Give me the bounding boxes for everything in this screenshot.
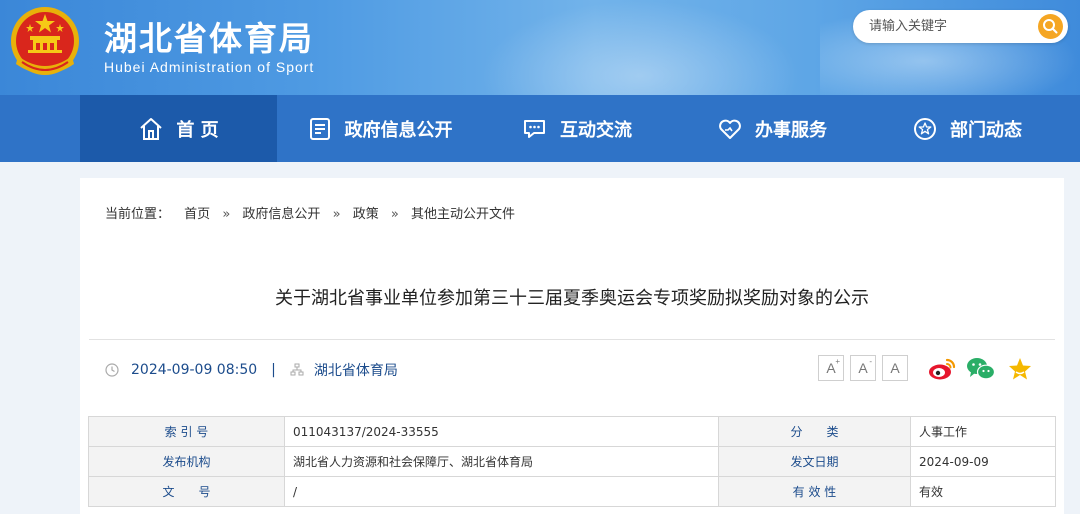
font-reset-button[interactable]: A [882,355,908,381]
breadcrumb-link-other-files[interactable]: 其他主动公开文件 [411,203,515,222]
breadcrumb-link-gov-info[interactable]: 政府信息公开 [242,203,320,222]
search-button[interactable] [1038,14,1063,39]
site-header: 湖北省体育局 Hubei Administration of Sport [0,0,1080,95]
document-list-icon [309,117,330,140]
font-decrease-button[interactable]: A - [850,355,876,381]
font-increase-button[interactable]: A + [818,355,844,381]
publisher-label: 发布机构 [88,446,285,477]
search-box [853,10,1068,43]
organization-icon [290,363,304,376]
issue-date-value: 2024-09-09 [910,446,1056,477]
nav-item-label: 部门动态 [950,119,1022,141]
content-panel: 当前位置： 首页 » 政府信息公开 » 政策 » 其他主动公开文件 关于湖北省事… [80,178,1064,514]
nav-item-label: 政府信息公开 [344,119,453,141]
publish-date: 2024-09-09 08:50 [131,362,258,378]
nav-item-dept-news[interactable]: 部门动态 [872,95,1062,162]
share-wechat-button[interactable] [966,356,996,382]
font-size-controls: A + A - A [818,355,914,381]
divider [89,339,1055,340]
nav-item-label: 首 页 [176,119,219,141]
national-emblem-logo[interactable] [8,4,82,84]
home-icon [140,117,163,140]
search-icon [1043,19,1058,34]
index-number-value: 011043137/2024-33555 [284,416,719,447]
font-decrease-label: A [858,360,868,376]
document-number-label: 文 号 [88,476,285,507]
index-number-label: 索 引 号 [88,416,285,447]
validity-value: 有效 [910,476,1056,507]
font-increase-mark: + [835,357,840,366]
breadcrumb-separator: » [332,207,341,222]
font-reset-label: A [890,360,900,376]
favorite-button[interactable] [1005,356,1035,382]
header-decoration [480,0,800,95]
nav-item-interaction[interactable]: 互动交流 [482,95,672,162]
site-title: 湖北省体育局 [104,19,314,58]
site-subtitle: Hubei Administration of Sport [104,59,315,75]
issue-date-label: 发文日期 [718,446,911,477]
publisher-value: 湖北省人力资源和社会保障厅、湖北省体育局 [284,446,719,477]
font-decrease-mark: - [869,357,872,366]
wechat-icon [967,358,996,380]
article-meta: 2024-09-09 08:50 | 湖北省体育局 [105,359,398,381]
share-weibo-button[interactable] [927,356,957,382]
heart-hands-icon [719,119,741,139]
nav-item-gov-info[interactable]: 政府信息公开 [277,95,482,162]
breadcrumb-separator: » [222,207,231,222]
category-label: 分 类 [718,416,911,447]
validity-label: 有 效 性 [718,476,911,507]
table-row: 文 号 / 有 效 性 有效 [88,476,1056,507]
info-table: 索 引 号 011043137/2024-33555 分 类 人事工作 发布机构… [88,416,1056,507]
search-input[interactable] [869,16,1029,37]
nav-item-home[interactable]: 首 页 [80,95,277,162]
publish-source: 湖北省体育局 [313,363,398,379]
table-row: 发布机构 湖北省人力资源和社会保障厅、湖北省体育局 发文日期 2024-09-0… [88,446,1056,477]
share-buttons [927,356,1044,382]
nav-item-label: 办事服务 [755,119,827,141]
nav-item-label: 互动交流 [560,119,632,141]
breadcrumb: 当前位置： 首页 » 政府信息公开 » 政策 » 其他主动公开文件 [105,203,515,222]
document-number-value: / [284,476,719,507]
breadcrumb-link-policy[interactable]: 政策 [353,203,379,222]
star-circle-icon [914,117,936,140]
breadcrumb-separator: » [390,207,399,222]
main-nav: 首 页 政府信息公开 互动交流 办事服务 部门动态 [0,95,1080,162]
nav-item-services[interactable]: 办事服务 [672,95,872,162]
breadcrumb-prefix: 当前位置： [105,207,171,222]
table-row: 索 引 号 011043137/2024-33555 分 类 人事工作 [88,416,1056,447]
favorite-star-icon [1009,358,1031,380]
font-increase-label: A [826,360,836,376]
clock-icon [105,363,119,377]
chat-icon [524,119,545,138]
category-value: 人事工作 [910,416,1056,447]
breadcrumb-link-home[interactable]: 首页 [184,203,210,222]
meta-divider: | [271,362,276,378]
weibo-icon [929,358,956,380]
article-title: 关于湖北省事业单位参加第三十三届夏季奥运会专项奖励拟奖励对象的公示 [275,288,869,309]
